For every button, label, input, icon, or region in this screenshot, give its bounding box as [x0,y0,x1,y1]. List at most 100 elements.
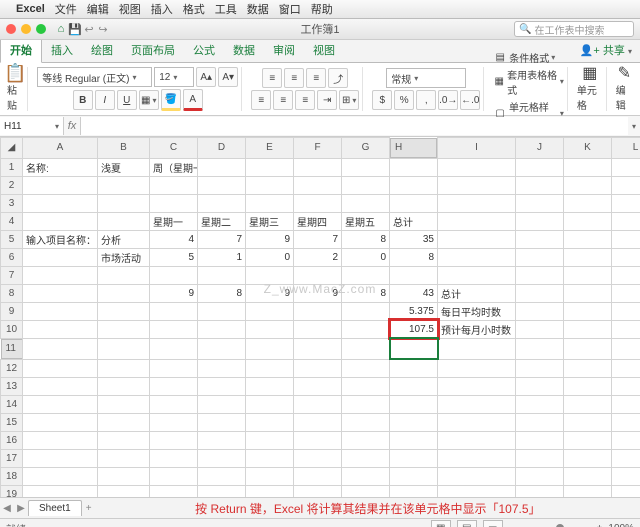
cell-H13[interactable] [390,377,438,395]
cell-C18[interactable] [150,467,198,485]
cell-C7[interactable] [150,266,198,284]
cell-G15[interactable] [342,413,390,431]
row-1[interactable]: 1 [1,158,23,176]
cell-J18[interactable] [516,467,564,485]
cell-H9[interactable]: 5.375 [390,302,438,320]
tab-insert[interactable]: 插入 [42,38,82,62]
cell-B15[interactable] [98,413,150,431]
font-color-button[interactable]: A [183,89,203,111]
cell-K10[interactable] [564,320,612,338]
cell-D7[interactable] [198,266,246,284]
cell-G13[interactable] [342,377,390,395]
cell-A16[interactable] [23,431,98,449]
cell-J3[interactable] [516,194,564,212]
cell-F5[interactable]: 7 [294,230,342,248]
view-pagebreak-icon[interactable]: ▭ [483,520,503,527]
cell-H1[interactable] [390,158,438,176]
cell-J5[interactable] [516,230,564,248]
cell-G19[interactable] [342,485,390,497]
zoom-out-icon[interactable]: − [509,523,515,527]
cell-D16[interactable] [198,431,246,449]
cell-G2[interactable] [342,176,390,194]
cells-icon[interactable]: ▦ [583,66,597,80]
paste-icon[interactable]: 📋 [9,66,23,80]
row-6[interactable]: 6 [1,248,23,266]
decrease-decimal-icon[interactable]: ←.0 [460,90,480,110]
cell-G11[interactable] [342,338,390,359]
cell-J2[interactable] [516,176,564,194]
cell-F13[interactable] [294,377,342,395]
cell-J8[interactable] [516,284,564,302]
editing-icon[interactable]: ✎ [617,66,631,80]
cell-K3[interactable] [564,194,612,212]
cell-J17[interactable] [516,449,564,467]
cell-G8[interactable]: 8 [342,284,390,302]
select-all[interactable]: ◢ [1,138,23,159]
cell-E4[interactable]: 星期三 [246,212,294,230]
cell-C4[interactable]: 星期一 [150,212,198,230]
tab-draw[interactable]: 绘图 [82,38,122,62]
indent-icon[interactable]: ⇥ [317,90,337,110]
fx-icon[interactable]: fx [64,120,80,132]
col-J[interactable]: J [516,138,564,159]
cell-E8[interactable]: 9 [246,284,294,302]
cell-D8[interactable]: 8 [198,284,246,302]
col-E[interactable]: E [246,138,294,159]
cell-B13[interactable] [98,377,150,395]
redo-icon[interactable]: ↪ [96,22,110,36]
cell-F6[interactable]: 2 [294,248,342,266]
row-2[interactable]: 2 [1,176,23,194]
sheet-tab[interactable]: Sheet1 [28,500,82,516]
col-G[interactable]: G [342,138,390,159]
prev-sheet-icon[interactable]: ◀ [0,503,14,514]
cell-L11[interactable] [612,338,640,359]
underline-button[interactable]: U [117,90,137,110]
cell-E13[interactable] [246,377,294,395]
cell-L6[interactable] [612,248,640,266]
cell-L15[interactable] [612,413,640,431]
cell-L13[interactable] [612,377,640,395]
cell-F8[interactable]: 9 [294,284,342,302]
cell-E6[interactable]: 0 [246,248,294,266]
col-B[interactable]: B [98,138,150,159]
orientation-icon[interactable]: ⤴ [328,68,348,88]
cell-F18[interactable] [294,467,342,485]
cell-G5[interactable]: 8 [342,230,390,248]
cell-D1[interactable] [198,158,246,176]
row-7[interactable]: 7 [1,266,23,284]
cell-G4[interactable]: 星期五 [342,212,390,230]
col-C[interactable]: C [150,138,198,159]
cell-D17[interactable] [198,449,246,467]
row-13[interactable]: 13 [1,377,23,395]
cell-L3[interactable] [612,194,640,212]
cell-A13[interactable] [23,377,98,395]
cell-I17[interactable] [438,449,516,467]
cell-L17[interactable] [612,449,640,467]
cell-A3[interactable] [23,194,98,212]
cell-E3[interactable] [246,194,294,212]
row-9[interactable]: 9 [1,302,23,320]
cell-C10[interactable] [150,320,198,338]
cell-H6[interactable]: 8 [390,248,438,266]
cell-E17[interactable] [246,449,294,467]
align-right-icon[interactable]: ≡ [295,90,315,110]
cell-H14[interactable] [390,395,438,413]
cell-I6[interactable] [438,248,516,266]
align-center-icon[interactable]: ≡ [273,90,293,110]
cell-I14[interactable] [438,395,516,413]
cell-C8[interactable]: 9 [150,284,198,302]
cell-B1[interactable]: 浅夏 [98,158,150,176]
cell-D15[interactable] [198,413,246,431]
app-name[interactable]: Excel [16,3,45,15]
cell-I4[interactable] [438,212,516,230]
cell-F12[interactable] [294,359,342,377]
cell-A17[interactable] [23,449,98,467]
cell-J1[interactable] [516,158,564,176]
cell-H10[interactable]: 107.5 [390,320,438,338]
cell-B19[interactable] [98,485,150,497]
cell-E19[interactable] [246,485,294,497]
cell-I12[interactable] [438,359,516,377]
cell-I11[interactable] [438,338,516,359]
tab-review[interactable]: 审阅 [264,38,304,62]
cell-A15[interactable] [23,413,98,431]
